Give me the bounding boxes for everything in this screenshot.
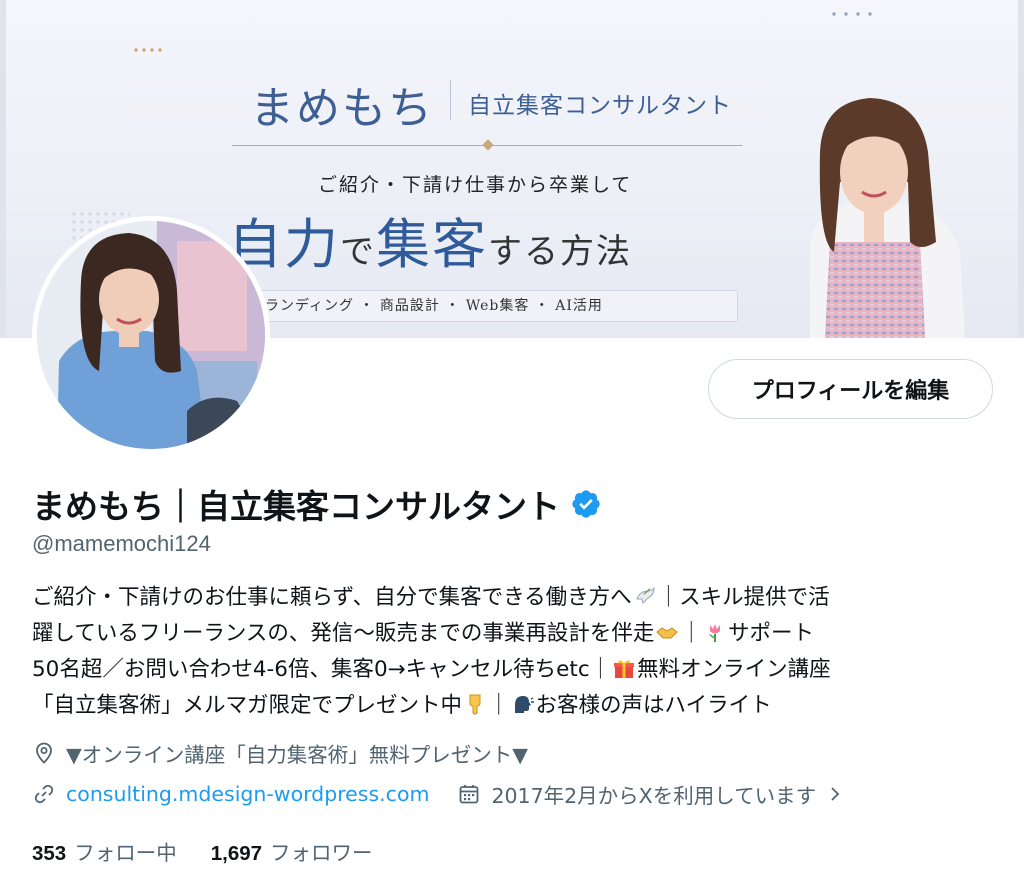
bio-line: ご紹介・下請けのお仕事に頼らず、自分で集客できる働き方へ ｜スキル提供で活: [32, 580, 992, 616]
banner-decoration: [828, 12, 878, 16]
banner-portrait: [810, 98, 965, 338]
profile-location: ▼オンライン講座「自力集客術」無料プレゼント▼: [66, 743, 529, 767]
link-icon: [34, 784, 54, 804]
speaking-head-icon: [514, 696, 534, 713]
bio-text: 躍しているフリーランスの、発信〜販売までの事業再設計を伴走: [32, 621, 655, 646]
profile-avatar[interactable]: [32, 216, 270, 454]
banner-headline: 自力で集客する方法: [228, 200, 632, 279]
profile-website-link[interactable]: consulting.mdesign-wordpress.com: [66, 782, 429, 806]
banner-role: 自立集客コンサルタント: [468, 93, 732, 119]
followers-count: 1,697: [210, 842, 263, 865]
bio-text: 50名超／お問い合わせ4-6倍、集客0→キャンセル待ちetc｜: [32, 657, 612, 682]
chevron-right-icon: [831, 787, 840, 801]
location-icon: [36, 742, 52, 764]
banner-rule-ornament: [482, 139, 494, 151]
profile-links-row: consulting.mdesign-wordpress.com 2017年2月…: [32, 779, 844, 809]
bio-text: お客様の声はハイライト: [535, 693, 772, 718]
avatar-photo: [37, 221, 265, 449]
following-link[interactable]: 353 フォロー中: [32, 836, 177, 866]
banner-headline-part: 集客: [376, 213, 488, 276]
followers-label: フォロワー: [270, 841, 373, 865]
banner-divider: [450, 80, 451, 120]
bio-line: 「自立集客術」メルマガ限定でプレゼント中 ｜ お客様の声はハイライト: [32, 688, 992, 724]
verified-badge-icon[interactable]: [570, 488, 602, 520]
banner-headline-part: で: [340, 232, 376, 272]
bio-text: ｜: [488, 693, 510, 718]
banner-tags: ランディング ・ 商品設計 ・ Web集客 ・ AI活用: [258, 290, 738, 322]
tulip-icon: [708, 624, 720, 642]
banner-edge: [1018, 0, 1024, 338]
bio-text: ご紹介・下請けのお仕事に頼らず、自分で集客できる働き方へ: [32, 585, 632, 610]
joined-text: 2017年2月からXを利用しています: [491, 784, 817, 808]
joined-date[interactable]: 2017年2月からXを利用しています: [457, 779, 844, 809]
profile-name: まめもち｜自立集客コンサルタント: [32, 488, 560, 525]
banner-subtitle: ご紹介・下請け仕事から卒業して: [318, 174, 633, 196]
bio-text: 「自立集客術」メルマガ限定でプレゼント中: [32, 693, 463, 718]
banner-brand: まめもち: [250, 83, 434, 134]
banner-decoration: [132, 48, 166, 52]
profile-handle: @mamemochi124: [32, 531, 211, 556]
pointing-down-icon: [469, 694, 481, 715]
calendar-icon: [460, 785, 479, 804]
edit-profile-button[interactable]: プロフィールを編集: [708, 359, 993, 419]
following-label: フォロー中: [74, 841, 177, 865]
banner-headline-part: する方法: [488, 232, 632, 272]
profile-location-row: ▼オンライン講座「自力集客術」無料プレゼント▼: [32, 738, 528, 768]
bio-text: ｜: [680, 621, 702, 646]
bio-line: 50名超／お問い合わせ4-6倍、集客0→キャンセル待ちetc｜ 無料オンライン講座: [32, 652, 992, 688]
banner-edge: [0, 0, 6, 338]
profile-name-row: まめもち｜自立集客コンサルタント: [32, 480, 602, 528]
followers-link[interactable]: 1,697 フォロワー: [211, 836, 373, 866]
bio-text: サポート: [727, 621, 814, 646]
handshake-icon: [656, 627, 679, 639]
bio-text: 無料オンライン講座: [637, 657, 831, 682]
dove-icon: [635, 586, 655, 604]
bio-text: ｜スキル提供で活: [657, 585, 830, 610]
follow-stats: 353 フォロー中 1,697 フォロワー: [32, 836, 373, 866]
bio-line: 躍しているフリーランスの、発信〜販売までの事業再設計を伴走 ｜ サポート: [32, 616, 992, 652]
profile-bio: ご紹介・下請けのお仕事に頼らず、自分で集客できる働き方へ ｜スキル提供で活 躍して…: [32, 580, 992, 724]
gift-icon: [614, 660, 635, 678]
following-count: 353: [32, 842, 67, 865]
